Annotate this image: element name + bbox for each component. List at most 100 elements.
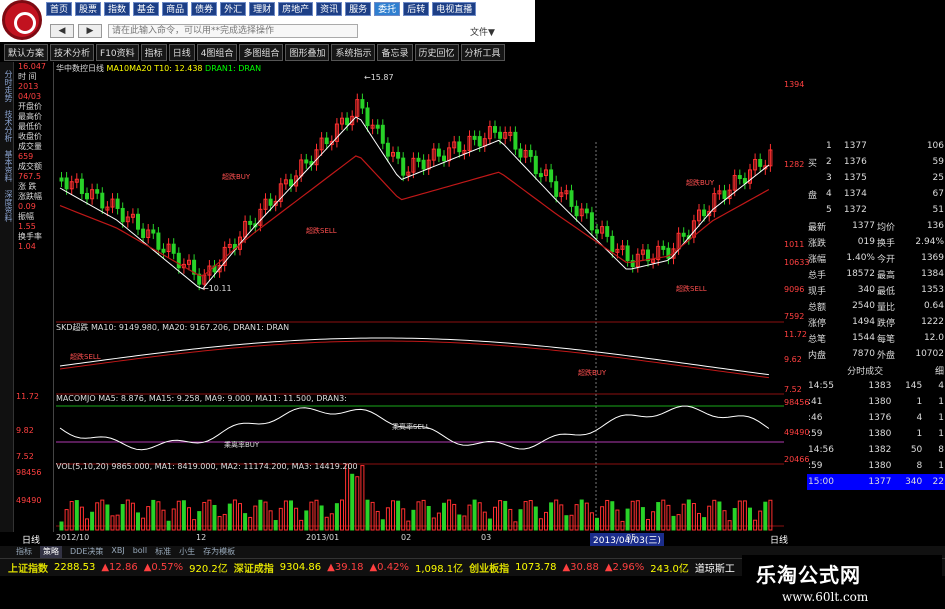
axis-tick-right: 1394 bbox=[784, 80, 805, 89]
nav-item[interactable]: 电视直播 bbox=[432, 2, 477, 16]
nav-item[interactable]: 指数 bbox=[104, 2, 131, 16]
tick-row[interactable]: :41 1380 1 1 bbox=[807, 394, 945, 410]
volume-bar bbox=[345, 463, 350, 531]
candle-body bbox=[605, 226, 610, 237]
stats-cell: 现手 bbox=[808, 286, 827, 297]
book-row[interactable]: 5 1372 51 bbox=[807, 202, 945, 218]
menu-item[interactable]: 分析工具 bbox=[460, 43, 505, 61]
back-button[interactable]: ◀ bbox=[50, 24, 74, 38]
left-tab[interactable]: 分时走势 bbox=[0, 70, 14, 102]
nav-item[interactable]: 服务 bbox=[345, 2, 372, 16]
file-menu[interactable]: 文件▼ bbox=[470, 25, 495, 38]
menu-item[interactable]: 日线 bbox=[168, 43, 195, 61]
candle-body bbox=[268, 198, 273, 206]
menu-item[interactable]: 4图组合 bbox=[196, 43, 238, 61]
stats-row: 总笔 1544 每笔 12.0 bbox=[807, 330, 945, 346]
nav-item[interactable]: 资讯 bbox=[316, 2, 343, 16]
stats-cell: 1377 bbox=[852, 221, 875, 231]
axis-tick-right: 49490 bbox=[784, 428, 810, 437]
volume-bar bbox=[508, 508, 513, 531]
volume-bar bbox=[656, 502, 661, 531]
volume-bar bbox=[304, 510, 309, 531]
tick-row[interactable]: :46 1376 4 1 bbox=[807, 410, 945, 426]
tick-row[interactable]: 14:56 1382 50 8 bbox=[807, 442, 945, 458]
info-value: 04/03 bbox=[18, 92, 42, 101]
volume-bar bbox=[334, 503, 339, 531]
candle-body bbox=[518, 148, 523, 158]
stats-cell: 跌停 bbox=[876, 318, 895, 329]
volume-bar bbox=[493, 506, 497, 531]
book-price: 1376 bbox=[843, 157, 867, 167]
nav-item[interactable]: 债券 bbox=[191, 2, 218, 16]
menu-item[interactable]: 历史回忆 bbox=[414, 43, 459, 61]
book-row[interactable]: 盘 4 1374 67 bbox=[807, 186, 945, 202]
menu-item[interactable]: 备忘录 bbox=[377, 43, 413, 61]
sh-label[interactable]: 上证指数 bbox=[8, 560, 48, 575]
nav-item[interactable]: 基金 bbox=[133, 2, 160, 16]
stats-cell: 每笔 bbox=[876, 334, 895, 345]
volume-bar bbox=[299, 519, 304, 531]
forward-button[interactable]: ▶ bbox=[78, 24, 102, 38]
menu-item[interactable]: 图形叠加 bbox=[285, 43, 330, 61]
tick-cell: 14:56 bbox=[808, 445, 834, 455]
nav-item[interactable]: 股票 bbox=[75, 2, 102, 16]
watermark: 乐淘公式网 www.60lt.com bbox=[742, 555, 942, 605]
tick-cell: 8 bbox=[916, 461, 923, 471]
buy-signal-2: 超跌BUY bbox=[686, 179, 715, 187]
tick-row[interactable]: :59 1380 1 1 bbox=[807, 426, 945, 442]
left-tab[interactable]: 基本资料 bbox=[0, 150, 14, 182]
nav-item[interactable]: 外汇 bbox=[220, 2, 247, 16]
book-row[interactable]: 3 1375 25 bbox=[807, 170, 945, 186]
sz-label[interactable]: 深证成指 bbox=[234, 560, 274, 575]
menu-item[interactable]: 默认方案 bbox=[4, 43, 49, 61]
left-tab[interactable]: 技术分析 bbox=[0, 110, 14, 142]
candle-body bbox=[401, 157, 406, 176]
stats-cell: 019 bbox=[857, 237, 875, 247]
candle-body bbox=[380, 124, 385, 144]
tick-row[interactable]: :59 1380 8 1 bbox=[807, 458, 945, 474]
volume-bar bbox=[365, 499, 370, 531]
stats-cell: 最新 bbox=[808, 222, 827, 233]
info-label: 成交量 bbox=[18, 142, 42, 151]
nav-item[interactable]: 房地产 bbox=[278, 2, 314, 16]
book-price: 1374 bbox=[843, 189, 867, 199]
nav-item[interactable]: 商品 bbox=[162, 2, 189, 16]
volume-bar bbox=[79, 506, 84, 531]
menu-item[interactable]: 系统指示 bbox=[331, 43, 376, 61]
nav-item[interactable]: 委托 bbox=[374, 2, 401, 16]
menu-item[interactable]: F10资料 bbox=[96, 43, 139, 61]
dow-label[interactable]: 道琼斯工 bbox=[695, 560, 735, 575]
x-date-tick: 05 bbox=[626, 533, 637, 542]
candle-body bbox=[59, 177, 64, 182]
nav-item[interactable]: 理财 bbox=[249, 2, 276, 16]
volume-bar bbox=[615, 509, 620, 531]
volume-bar bbox=[329, 513, 334, 531]
command-input[interactable]: 请在此输入命令，可以用**完成选择操作 bbox=[108, 24, 358, 38]
menu-item[interactable]: 指标 bbox=[140, 43, 167, 61]
volume-bar bbox=[646, 518, 650, 531]
menu-item[interactable]: 技术分析 bbox=[50, 43, 95, 61]
tick-row[interactable]: 14:55 1383 145 4 bbox=[807, 378, 945, 394]
x-date-tick: 2013/01 bbox=[306, 533, 340, 542]
watermark-cn: 乐淘公式网 bbox=[756, 563, 861, 587]
volume-bar bbox=[748, 507, 752, 531]
menu-item[interactable]: 多图组合 bbox=[239, 43, 284, 61]
candle-body bbox=[533, 155, 538, 175]
cy-label[interactable]: 创业板指 bbox=[469, 560, 509, 575]
book-row[interactable]: 1 1377 106 bbox=[807, 138, 945, 154]
left-tab[interactable]: 深度资料 bbox=[0, 190, 14, 222]
volume-bar bbox=[222, 513, 227, 531]
stats-cell: 1369 bbox=[921, 253, 944, 263]
candle-body bbox=[574, 205, 579, 217]
tick-row[interactable]: 15:00 1377 340 22 bbox=[807, 474, 945, 490]
nav-item[interactable]: 后转 bbox=[403, 2, 430, 16]
candle-body bbox=[141, 228, 146, 239]
book-level: 1 bbox=[826, 141, 832, 151]
candle-body bbox=[538, 173, 543, 178]
candle-body bbox=[304, 159, 309, 164]
stats-cell: 1.40% bbox=[846, 253, 875, 263]
book-volume: 51 bbox=[932, 205, 944, 215]
book-row[interactable]: 买 2 1376 59 bbox=[807, 154, 945, 170]
ticks-detail-button[interactable]: 细 bbox=[923, 362, 945, 378]
nav-item[interactable]: 首页 bbox=[46, 2, 73, 16]
